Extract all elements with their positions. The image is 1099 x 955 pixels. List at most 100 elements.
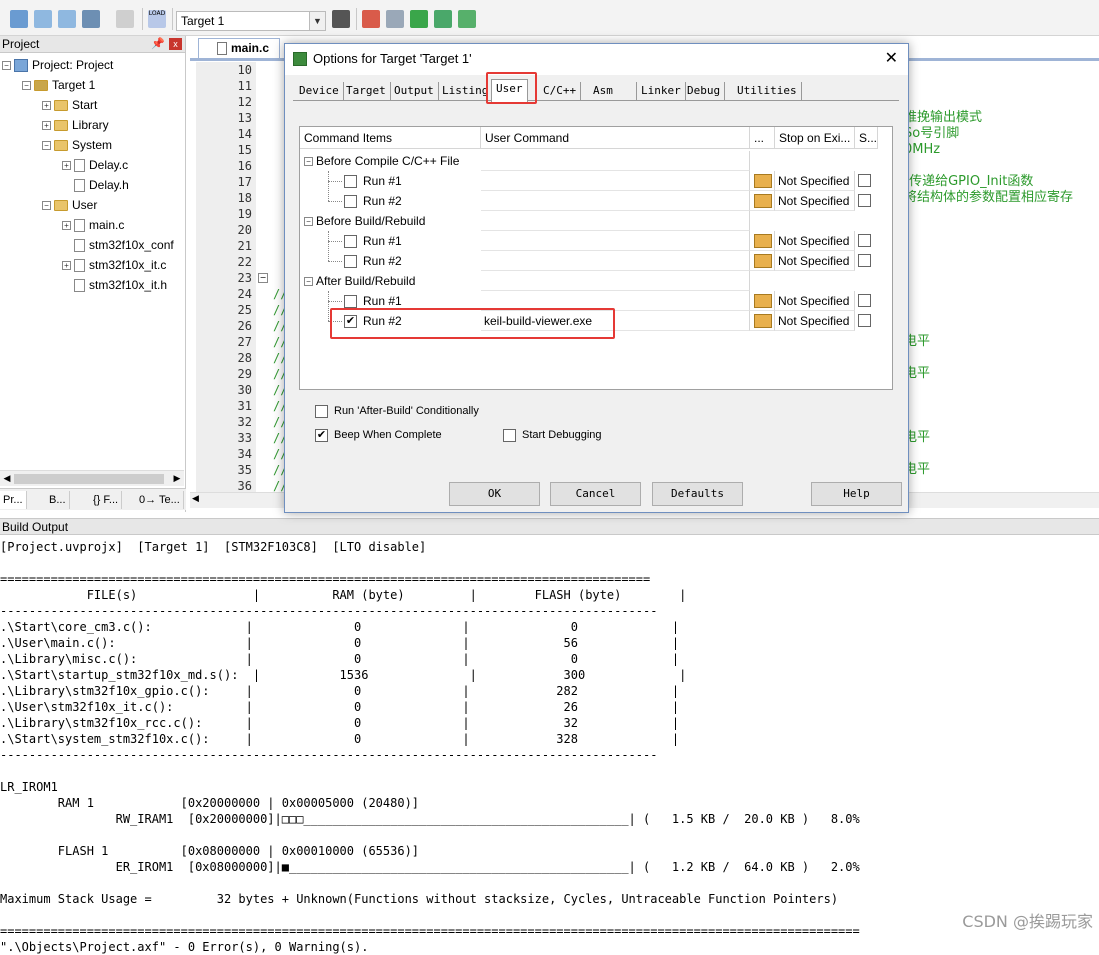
pack-installer-icon[interactable] — [434, 10, 452, 28]
sync-checkbox[interactable] — [858, 194, 871, 207]
tab-books[interactable]: B... — [46, 491, 70, 509]
tree-item-stm32f10x-it-h[interactable]: stm32f10x_it.h — [74, 275, 167, 295]
tab-project[interactable]: Pr... — [0, 491, 27, 509]
tab-templates[interactable]: 0→ Te... — [136, 491, 184, 509]
defaults-button[interactable]: Defaults — [652, 482, 743, 506]
tree-item-label: Delay.c — [89, 158, 129, 172]
manage-components-icon[interactable] — [386, 10, 404, 28]
select-packs-icon[interactable] — [410, 10, 428, 28]
tree-item-stm32f10x-it-c[interactable]: + stm32f10x_it.c — [62, 255, 166, 275]
ok-button[interactable]: OK — [449, 482, 540, 506]
code-comment-text: t传递给GPIO_Init函数 — [904, 174, 1034, 189]
help-button[interactable]: Help — [811, 482, 902, 506]
collapse-icon[interactable]: − — [2, 61, 11, 71]
fold-icon[interactable]: − — [258, 273, 268, 283]
scroll-thumb[interactable] — [14, 474, 164, 484]
tab-debug[interactable]: Debug — [683, 82, 726, 101]
toolbar: LOAD Target 1 ▼ — [0, 0, 1099, 36]
highlight-after-build-run2 — [330, 308, 615, 339]
tree-item-start[interactable]: + Start — [42, 95, 97, 115]
target-select[interactable]: Target 1 ▼ — [176, 11, 326, 31]
file-icon — [74, 179, 85, 193]
run-row[interactable]: Run #2 — [344, 251, 402, 271]
checkbox-start-debugging[interactable] — [503, 428, 516, 442]
close-icon[interactable]: ✕ — [885, 44, 898, 74]
close-icon[interactable]: x — [169, 38, 182, 50]
magic-wand-icon[interactable] — [332, 10, 350, 28]
user-command-input[interactable] — [481, 231, 750, 251]
project-panel-title: Project 📌 x — [0, 36, 185, 53]
target-select-value: Target 1 — [181, 14, 225, 28]
sync-checkbox[interactable] — [858, 174, 871, 187]
rebuild-icon[interactable] — [58, 10, 76, 28]
sync-checkbox[interactable] — [858, 254, 871, 267]
run-checkbox[interactable] — [344, 295, 357, 309]
run-row[interactable]: Run #1 — [344, 171, 402, 191]
chevron-down-icon[interactable]: ▼ — [309, 12, 325, 30]
run-checkbox[interactable] — [344, 195, 357, 209]
file-extensions-icon[interactable] — [362, 10, 380, 28]
option-run-after-build-conditionally[interactable]: Run 'After-Build' Conditionally — [315, 404, 479, 418]
expand-icon[interactable]: + — [62, 261, 71, 271]
collapse-icon[interactable]: − — [42, 201, 51, 211]
expand-icon[interactable]: + — [42, 121, 51, 131]
tree-item-project[interactable]: − Project: Project — [2, 55, 113, 75]
tab-target[interactable]: Target — [342, 82, 391, 101]
scroll-left-icon[interactable]: ◀ — [192, 494, 199, 504]
run-checkbox[interactable] — [344, 175, 357, 189]
build-icon[interactable] — [34, 10, 52, 28]
run-time-env-icon[interactable] — [458, 10, 476, 28]
batch-build-icon[interactable] — [82, 10, 100, 28]
user-command-input[interactable] — [481, 251, 750, 271]
translate-icon[interactable] — [10, 10, 28, 28]
tab-functions[interactable]: {} F... — [90, 491, 123, 509]
sync-checkbox[interactable] — [858, 234, 871, 247]
run-checkbox[interactable] — [344, 235, 357, 249]
tab-utilities[interactable]: Utilities — [733, 82, 802, 101]
expand-icon[interactable]: + — [62, 221, 71, 231]
command-group-row[interactable]: − Before Compile C/C++ File — [304, 151, 459, 171]
tree-item-main-c[interactable]: + main.c — [62, 215, 124, 235]
expand-icon[interactable]: + — [42, 101, 51, 111]
expand-icon[interactable]: + — [62, 161, 71, 171]
project-hscrollbar[interactable]: ◀ ▶ — [0, 470, 184, 486]
stop-build-icon[interactable] — [116, 10, 134, 28]
tree-item-target[interactable]: − Target 1 — [22, 75, 95, 95]
tab-main-c[interactable]: main.c — [198, 38, 280, 58]
command-group-row[interactable]: − Before Build/Rebuild — [304, 211, 425, 231]
sync-checkbox[interactable] — [858, 314, 871, 327]
checkbox-beep-when-complete[interactable]: ✔ — [315, 428, 328, 442]
tab-label: main.c — [231, 41, 270, 55]
collapse-icon[interactable]: − — [42, 141, 51, 151]
run-row[interactable]: Run #1 — [344, 231, 402, 251]
collapse-icon[interactable]: − — [304, 217, 313, 227]
pin-icon[interactable]: 📌 — [151, 36, 165, 52]
tab-linker[interactable]: Linker — [637, 82, 686, 101]
download-icon[interactable]: LOAD — [148, 10, 166, 28]
checkbox-run-after-build[interactable] — [315, 404, 328, 418]
option-start-debugging[interactable]: Start Debugging — [503, 428, 602, 442]
scroll-right-icon[interactable]: ▶ — [171, 473, 183, 485]
user-command-input[interactable] — [481, 191, 750, 211]
tree-item-delay-c[interactable]: + Delay.c — [62, 155, 128, 175]
run-row[interactable]: Run #2 — [344, 191, 402, 211]
sync-checkbox[interactable] — [858, 294, 871, 307]
tab-device[interactable]: Device — [295, 82, 344, 101]
tree-item-stm32f10x-conf[interactable]: stm32f10x_conf — [74, 235, 174, 255]
collapse-icon[interactable]: − — [304, 157, 313, 167]
tree-item-delay-h[interactable]: Delay.h — [74, 175, 129, 195]
run-checkbox[interactable] — [344, 255, 357, 269]
cancel-button[interactable]: Cancel — [550, 482, 641, 506]
tree-item-user[interactable]: − User — [42, 195, 97, 215]
tree-item-library[interactable]: + Library — [42, 115, 109, 135]
collapse-icon[interactable]: − — [304, 277, 313, 287]
option-beep-when-complete[interactable]: ✔ Beep When Complete — [315, 428, 442, 442]
tab-c-cpp[interactable]: C/C++ — [539, 82, 582, 101]
collapse-icon[interactable]: − — [22, 81, 31, 91]
tab-output[interactable]: Output — [390, 82, 439, 101]
tab-asm[interactable]: Asm — [589, 82, 637, 101]
scroll-left-icon[interactable]: ◀ — [1, 473, 13, 485]
tree-item-system[interactable]: − System — [42, 135, 112, 155]
user-command-input[interactable] — [481, 171, 750, 191]
command-group-row[interactable]: − After Build/Rebuild — [304, 271, 415, 291]
